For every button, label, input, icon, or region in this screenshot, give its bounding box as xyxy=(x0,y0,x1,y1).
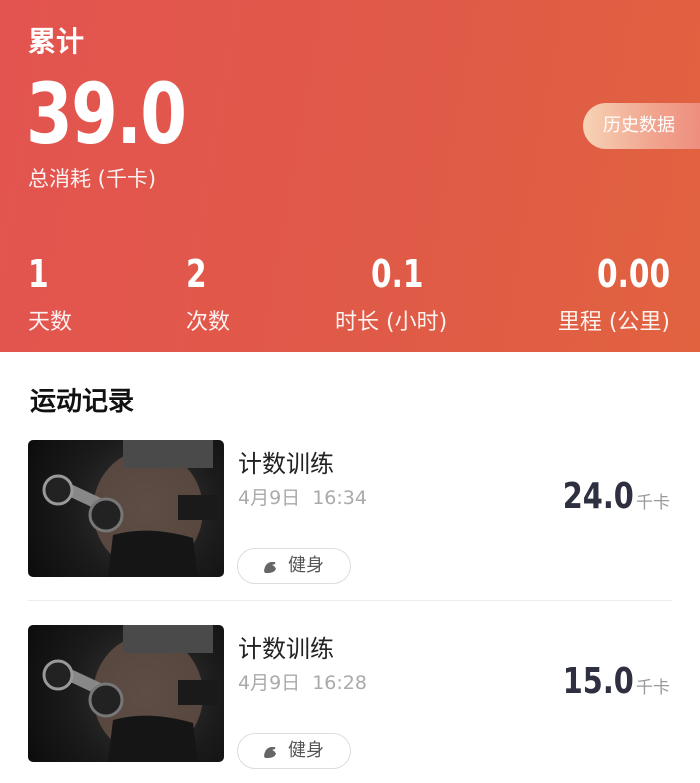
record-calories-unit: 千卡 xyxy=(636,678,670,698)
divider xyxy=(28,600,672,601)
record-tag-label: 健身 xyxy=(288,740,324,761)
record-tag-label: 健身 xyxy=(288,555,324,576)
summary-header: 累计 39.0 总消耗 (千卡) 历史数据 1 天数 2 次数 0.1 时长 (… xyxy=(0,0,700,352)
records-section-title: 运动记录 xyxy=(30,387,135,417)
stats-row: 1 天数 2 次数 0.1 时长 (小时) 0.00 里程 (公里) xyxy=(0,252,700,335)
record-calories-unit: 千卡 xyxy=(636,493,670,513)
stat-duration-label: 时长 (小时) xyxy=(335,310,448,335)
record-calories-value: 24.0 xyxy=(562,476,634,517)
dumbbell-arm-icon xyxy=(264,747,276,758)
stat-distance-label: 里程 (公里) xyxy=(557,310,670,335)
dumbbell-arm-icon xyxy=(264,562,276,573)
record-name: 计数训练 xyxy=(238,635,334,663)
record-item[interactable]: 计数训练 4月9日 16:28 健身 15.0 千卡 xyxy=(0,625,700,783)
record-name: 计数训练 xyxy=(238,450,334,478)
workout-thumbnail xyxy=(28,625,224,762)
stat-distance: 0.00 里程 (公里) xyxy=(558,252,670,336)
workout-thumbnail xyxy=(28,440,224,577)
history-data-button[interactable]: 历史数据 xyxy=(583,103,700,149)
stat-days: 1 天数 xyxy=(28,252,72,336)
stat-days-value: 1 xyxy=(28,252,49,296)
stat-times-label: 次数 xyxy=(186,310,231,335)
record-tag-fitness[interactable]: 健身 xyxy=(237,733,351,769)
record-calories-value: 15.0 xyxy=(562,661,634,702)
record-time: 4月9日 16:28 xyxy=(238,672,367,694)
total-calories-label: 总消耗 (千卡) xyxy=(28,167,157,191)
stat-days-label: 天数 xyxy=(28,310,73,335)
record-tag-fitness[interactable]: 健身 xyxy=(237,548,351,584)
stat-duration: 0.1 时长 (小时) xyxy=(335,252,447,336)
stat-duration-value: 0.1 xyxy=(371,252,424,296)
total-calories-value: 39.0 xyxy=(26,65,187,163)
stat-times: 2 次数 xyxy=(186,252,230,336)
record-item[interactable]: 计数训练 4月9日 16:34 健身 24.0 千卡 xyxy=(0,440,700,601)
record-calories: 24.0 千卡 xyxy=(545,476,670,517)
summary-title: 累计 xyxy=(28,25,85,58)
stat-distance-value: 0.00 xyxy=(596,252,670,296)
record-calories: 15.0 千卡 xyxy=(545,661,670,702)
stat-times-value: 2 xyxy=(186,252,207,296)
record-time: 4月9日 16:34 xyxy=(238,487,367,509)
